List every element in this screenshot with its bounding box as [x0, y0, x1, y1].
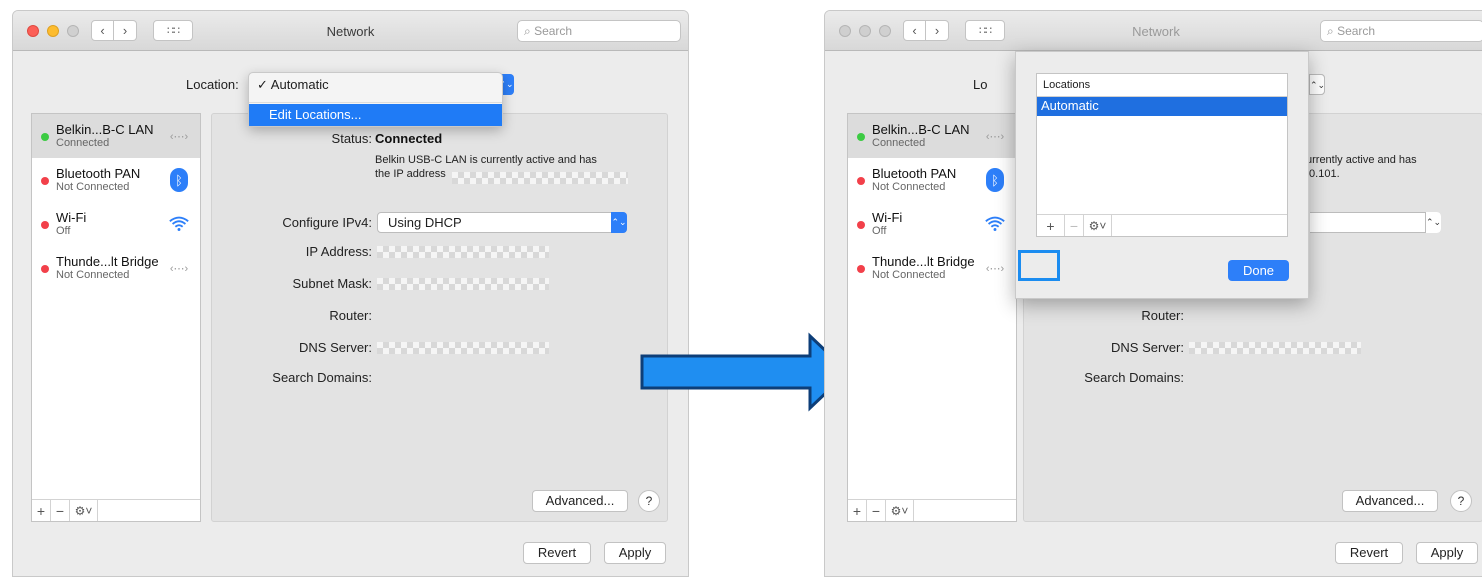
location-row-automatic[interactable]: Automatic	[1037, 97, 1287, 116]
location-label: Lo	[973, 77, 988, 92]
stepper-icon: ⌃⌄	[1425, 212, 1441, 233]
search-placeholder: Search	[1337, 24, 1376, 38]
service-item-bluetooth[interactable]: Bluetooth PAN Not Connected ᛒ	[32, 158, 200, 202]
done-button[interactable]: Done	[1228, 260, 1289, 281]
menu-separator	[249, 102, 502, 103]
arrow-right-icon	[640, 332, 851, 412]
redacted-ip-address	[377, 246, 549, 258]
service-item-wifi[interactable]: Wi-Fi Off	[32, 202, 200, 246]
configure-ipv4-value: Using DHCP	[388, 215, 462, 230]
detail-pane: Status: Connected Belkin USB-C LAN is cu…	[211, 113, 668, 522]
remove-service-button[interactable]: −	[51, 500, 70, 521]
gear-icon[interactable]: ⚙˅	[70, 500, 98, 521]
edit-locations-sheet: Locations Automatic + − ⚙˅ Done	[1015, 51, 1309, 299]
locations-list: Locations Automatic + − ⚙˅	[1036, 73, 1288, 237]
status-dot-red	[857, 265, 865, 273]
locations-toolbar: + − ⚙˅	[1037, 214, 1287, 236]
advanced-button[interactable]: Advanced...	[532, 490, 628, 512]
status-dot-red	[41, 177, 49, 185]
configure-ipv4-label: Configure IPv4:	[282, 215, 372, 230]
bluetooth-icon-wrap: ᛒ	[168, 168, 190, 192]
help-button[interactable]: ?	[1450, 490, 1472, 512]
status-dot-red	[41, 265, 49, 273]
gear-icon[interactable]: ⚙˅	[886, 500, 914, 521]
status-description: urrently active and has	[1306, 154, 1417, 166]
bluetooth-icon: ᛒ	[170, 168, 188, 192]
status-dot-green	[41, 133, 49, 141]
add-location-button[interactable]: +	[1037, 215, 1065, 236]
advanced-button[interactable]: Advanced...	[1342, 490, 1438, 512]
router-label: Router:	[1141, 308, 1184, 323]
status-description: Belkin USB-C LAN is currently active and…	[375, 154, 597, 166]
remove-location-button[interactable]: −	[1065, 215, 1084, 236]
search-field[interactable]: ⌕ Search	[1320, 20, 1482, 42]
service-item-bluetooth[interactable]: Bluetooth PAN Not Connected ᛒ	[848, 158, 1016, 202]
router-label: Router:	[329, 308, 372, 323]
service-list: Belkin...B-C LAN Connected ‹⋯› Bluetooth…	[31, 113, 201, 522]
status-dot-red	[857, 221, 865, 229]
service-item-thunderbolt[interactable]: Thunde...lt Bridge Not Connected ‹⋯›	[848, 246, 1016, 290]
configure-ipv4-popup[interactable]: Using DHCP ⌃⌄	[377, 212, 627, 233]
apply-button[interactable]: Apply	[1416, 542, 1478, 564]
service-item-wifi[interactable]: Wi-Fi Off	[848, 202, 1016, 246]
revert-button[interactable]: Revert	[523, 542, 591, 564]
search-domains-label: Search Domains:	[1084, 370, 1184, 385]
service-list-toolbar: + − ⚙˅	[848, 499, 1016, 521]
service-list-toolbar: + − ⚙˅	[32, 499, 200, 521]
revert-button[interactable]: Revert	[1335, 542, 1403, 564]
redacted-dns	[377, 342, 549, 354]
ethernet-icon: ‹⋯›	[169, 262, 189, 275]
ethernet-icon: ‹⋯›	[169, 130, 189, 143]
redacted-dns	[1189, 342, 1361, 354]
status-description-2: .0.101.	[1306, 168, 1340, 180]
bluetooth-icon: ᛒ	[986, 168, 1004, 192]
stepper-icon: ⌃⌄	[611, 212, 627, 233]
redacted-subnet	[377, 278, 549, 290]
ethernet-icon: ‹⋯›	[985, 130, 1005, 143]
wifi-icon	[168, 213, 190, 235]
search-domains-label: Search Domains:	[272, 370, 372, 385]
locations-header: Locations	[1037, 74, 1287, 97]
apply-button[interactable]: Apply	[604, 542, 666, 564]
dns-server-label: DNS Server:	[1111, 340, 1184, 355]
dns-server-label: DNS Server:	[299, 340, 372, 355]
ethernet-icon: ‹⋯›	[985, 262, 1005, 275]
configure-ipv4-popup[interactable]: ⌃⌄	[1310, 212, 1441, 233]
service-list: Belkin...B-C LAN Connected ‹⋯› Bluetooth…	[847, 113, 1017, 522]
network-window-left: ‹ › ∷∷ Network ⌕ Search Location: ⌃⌄ Bel…	[12, 10, 689, 577]
titlebar: ‹ › ∷∷ Network ⌕ Search	[13, 11, 688, 51]
redacted-ip	[452, 172, 628, 184]
bluetooth-icon-wrap: ᛒ	[984, 168, 1006, 192]
wifi-icon	[984, 213, 1006, 235]
status-dot-green	[857, 133, 865, 141]
status-dot-red	[857, 177, 865, 185]
search-icon: ⌕	[524, 24, 531, 38]
network-window-right: ‹ › ∷∷ Network ⌕ Search Lo ⌃⌄ Belkin...B…	[824, 10, 1482, 577]
remove-service-button[interactable]: −	[867, 500, 886, 521]
menu-item-edit-locations[interactable]: Edit Locations...	[249, 104, 502, 126]
search-placeholder: Search	[534, 24, 573, 38]
subnet-mask-label: Subnet Mask:	[292, 276, 373, 291]
status-description-2: the IP address	[375, 168, 446, 180]
service-item-ethernet[interactable]: Belkin...B-C LAN Connected ‹⋯›	[848, 114, 1016, 158]
status-label: Status:	[331, 131, 372, 146]
add-location-highlight	[1018, 250, 1060, 281]
status-value: Connected	[375, 131, 443, 146]
service-item-ethernet[interactable]: Belkin...B-C LAN Connected ‹⋯›	[32, 114, 200, 158]
status-dot-red	[41, 221, 49, 229]
stepper-icon: ⌃⌄	[1309, 74, 1325, 95]
stage: ‹ › ∷∷ Network ⌕ Search Location: ⌃⌄ Bel…	[0, 0, 1482, 577]
gear-icon[interactable]: ⚙˅	[1084, 215, 1112, 236]
titlebar: ‹ › ∷∷ Network ⌕ Search	[825, 11, 1482, 51]
help-button[interactable]: ?	[638, 490, 660, 512]
menu-item-automatic[interactable]: ✓ Automatic	[257, 77, 329, 93]
search-field[interactable]: ⌕ Search	[517, 20, 681, 42]
location-label: Location:	[186, 77, 239, 92]
service-item-thunderbolt[interactable]: Thunde...lt Bridge Not Connected ‹⋯›	[32, 246, 200, 290]
search-icon: ⌕	[1327, 24, 1334, 38]
ip-address-label: IP Address:	[305, 244, 372, 259]
add-service-button[interactable]: +	[32, 500, 51, 521]
add-service-button[interactable]: +	[848, 500, 867, 521]
location-menu: ✓ Automatic Edit Locations...	[248, 72, 503, 127]
